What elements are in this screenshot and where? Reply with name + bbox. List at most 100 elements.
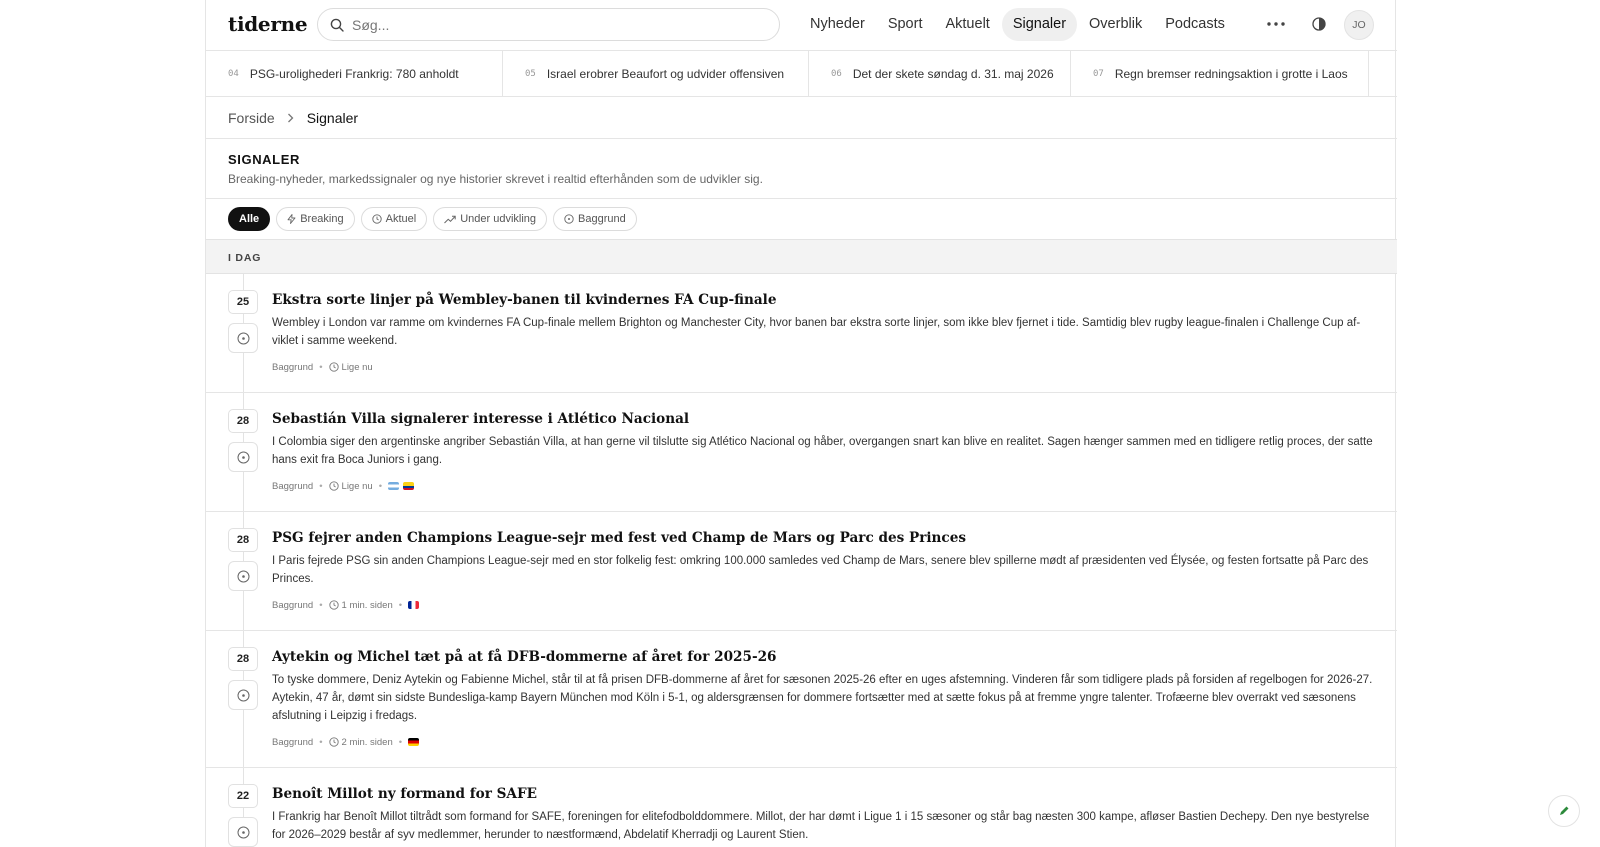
meta-separator: • [319,361,323,373]
article-item[interactable]: 28 Sebastián Villa signalerer interesse … [206,393,1397,512]
article-type-badge [228,442,258,472]
filter-label: Baggrund [578,213,626,225]
news-ticker: 04 PSG-urolighederi Frankrig: 780 anhold… [206,51,1397,97]
article-time: Lige nu [328,481,373,492]
extension-icon[interactable] [1548,795,1580,827]
article-meta: Baggrund • 1 min. siden • [272,598,1375,612]
breadcrumb-current: Signaler [306,110,359,126]
article-body: Benoît Millot ny formand for SAFE I Fran… [272,768,1397,844]
flag-colombia-icon [403,482,415,490]
theme-toggle-icon[interactable] [1311,16,1327,32]
article-title[interactable]: Benoît Millot ny formand for SAFE [272,785,1375,803]
article-title[interactable]: PSG fejrer anden Champions League-sejr m… [272,529,1375,547]
search-input[interactable] [352,15,762,35]
filter-alle[interactable]: Alle [228,207,271,231]
breadcrumb-home[interactable]: Forside [228,110,275,126]
meta-separator: • [398,736,403,748]
ticker-item[interactable]: 05 Israel erobrer Beaufort og udvider of… [503,51,809,96]
search-icon [330,18,344,32]
info-circle-icon [237,451,249,463]
ticker-number: 06 [831,68,842,79]
nav-signaler[interactable]: Signaler [1001,8,1078,41]
article-summary: I Frankrig har Benoît Millot tiltrådt so… [272,811,1370,841]
article-body: Aytekin og Michel tæt på at få DFB-domme… [272,631,1397,749]
article-item[interactable]: 28 PSG fejrer anden Champions League-sej… [206,512,1397,631]
trending-up-icon [444,215,456,223]
article-time-text: 2 min. siden [341,736,393,748]
article-body: Ekstra sorte linjer på Wembley-banen til… [272,274,1397,374]
ticker-text: Regn bremser redningsaktion i grotte i L… [1114,66,1348,81]
ticker-item[interactable]: 06 Det der skete søndag d. 31. maj 2026 [809,51,1071,96]
article-time-text: Lige nu [341,361,373,373]
article-summary: To tyske dommere, Deniz Aytekin og Fabie… [272,674,1373,722]
ticker-number: 05 [525,68,536,79]
clock-icon [328,737,339,747]
nav-podcasts[interactable]: Podcasts [1154,8,1236,41]
page-description: Breaking-nyheder, markedssignaler og nye… [228,172,763,186]
ticker-item[interactable]: 04 PSG-urolighederi Frankrig: 780 anhold… [206,51,503,96]
nav-overblik[interactable]: Overblik [1078,8,1153,41]
filter-aktuel[interactable]: Aktuel [360,207,428,231]
more-horizontal-icon[interactable] [1265,15,1287,33]
filter-label: Alle [239,213,260,225]
flag-france-icon [408,601,420,609]
clock-icon [371,214,382,224]
day-label: I DAG [228,252,262,264]
page-container: tiderne Nyheder Sport Aktuelt Signaler O… [205,0,1397,847]
info-circle-icon [237,332,249,344]
clock-icon [328,600,339,610]
info-circle-icon [237,570,249,582]
article-count-badge: 28 [228,647,258,671]
day-group-header: I DAG [206,239,1397,274]
filter-bar: Alle Breaking Aktuel Under udvikling Bag… [228,207,637,231]
info-circle-icon [237,689,249,701]
article-count-badge: 22 [228,784,258,808]
page-title: SIGNALER [228,152,300,167]
nav-aktuelt[interactable]: Aktuelt [934,8,1000,41]
article-body: Sebastián Villa signalerer interesse i A… [272,393,1397,493]
article-time: 2 min. siden [328,736,393,748]
meta-separator: • [319,480,323,492]
article-item[interactable]: 25 Ekstra sorte linjer på Wembley-banen … [206,274,1397,393]
lightning-icon [287,214,296,224]
article-body: PSG fejrer anden Champions League-sejr m… [272,512,1397,612]
article-meta: Baggrund • 2 min. siden • [272,735,1375,749]
filter-label: Under udvikling [460,213,537,225]
site-logo[interactable]: tiderne [228,12,308,36]
clock-icon [328,362,339,372]
breadcrumb: Forside Signaler [228,108,358,128]
filter-under-udvikling[interactable]: Under udvikling [433,207,548,231]
article-title[interactable]: Aytekin og Michel tæt på at få DFB-domme… [272,648,1375,666]
pen-icon [1560,806,1569,815]
filter-baggrund[interactable]: Baggrund [553,207,637,231]
filter-breaking[interactable]: Breaking [276,207,355,231]
article-meta: Baggrund • Lige nu • [272,479,1375,493]
meta-separator: • [319,736,323,748]
clock-icon [328,481,339,491]
ticker-number: 07 [1093,68,1104,79]
nav-nyheder[interactable]: Nyheder [799,8,876,41]
article-summary: I Colombia siger den argentinske angribe… [272,436,1373,466]
ticker-item[interactable]: 07 Regn bremser redningsaktion i grotte … [1071,51,1369,96]
divider [206,138,1397,139]
article-item[interactable]: 22 Benoît Millot ny formand for SAFE I F… [206,768,1397,847]
article-title[interactable]: Ekstra sorte linjer på Wembley-banen til… [272,291,1375,309]
user-avatar[interactable]: JO [1344,10,1374,40]
article-type-badge [228,680,258,710]
flag-argentina-icon [388,482,400,490]
article-type-badge [228,561,258,591]
nav-sport[interactable]: Sport [877,8,934,41]
article-summary: I Paris fejrede PSG sin anden Champions … [272,555,1369,585]
article-count-badge: 28 [228,528,258,552]
article-type-badge [228,817,258,847]
article-time-text: 1 min. siden [341,599,393,611]
info-circle-icon [237,826,249,838]
meta-separator: • [319,599,323,611]
chevron-right-icon [287,113,294,123]
ticker-text: Israel erobrer Beaufort og udvider offen… [546,66,785,81]
meta-separator: • [398,599,403,611]
search-box[interactable] [317,8,780,41]
ticker-text: Det der skete søndag d. 31. maj 2026 [852,66,1054,81]
article-title[interactable]: Sebastián Villa signalerer interesse i A… [272,410,1375,428]
article-item[interactable]: 28 Aytekin og Michel tæt på at få DFB-do… [206,631,1397,768]
